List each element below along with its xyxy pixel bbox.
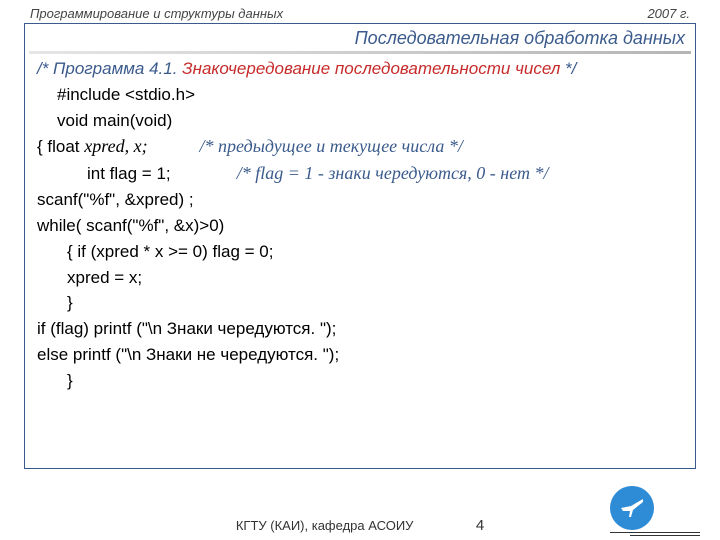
plane-icon	[610, 486, 654, 530]
decl-line-1: { float xpred, x; /* предыдущее и текуще…	[37, 135, 683, 158]
title-underline	[29, 51, 691, 54]
header-left: Программирование и структуры данных	[30, 6, 283, 21]
scanf-first: scanf("%f", &xpred) ;	[37, 189, 683, 211]
comment-prefix: /* Программа 4.1.	[37, 59, 182, 78]
footer-org: КГТУ (КАИ), кафедра АСОИУ	[236, 518, 436, 533]
while-close-brace: }	[37, 292, 683, 314]
header-right: 2007 г.	[647, 6, 690, 21]
comment-flag: /* flag = 1 - знаки чередуются, 0 - нет …	[237, 163, 549, 183]
main-signature: void main(void)	[37, 110, 683, 132]
slide-frame: Последовательная обработка данных /* Про…	[24, 23, 696, 469]
comment-suffix: */	[565, 59, 576, 78]
comment-topic: Знакочередование последовательности чисе…	[182, 59, 565, 78]
logo	[610, 486, 700, 536]
vars-xpred-x: xpred, x;	[84, 136, 147, 156]
page-number: 4	[476, 517, 484, 534]
slide-title: Последовательная обработка данных	[25, 24, 695, 51]
if-inside-while: { if (xpred * x >= 0) flag = 0;	[37, 241, 683, 263]
code-block: /* Программа 4.1. Знакочередование после…	[25, 58, 695, 391]
assign-xpred: xpred = x;	[37, 267, 683, 289]
page-header: Программирование и структуры данных 2007…	[0, 0, 720, 23]
if-flag-print: if (flag) printf ("\n Знаки чередуются. …	[37, 318, 683, 340]
logo-underline	[610, 532, 700, 533]
include-line: #include <stdio.h>	[37, 84, 683, 106]
logo-underline-2	[630, 535, 700, 536]
main-close-brace: }	[37, 370, 683, 392]
decl-line-2: int flag = 1; /* flag = 1 - знаки череду…	[37, 162, 683, 185]
flag-decl: int flag = 1;	[87, 164, 171, 183]
comment-prev-current: /* предыдущее и текущее числа */	[200, 136, 463, 156]
else-print: else printf ("\n Знаки не чередуются. ")…	[37, 344, 683, 366]
comment-program-header: /* Программа 4.1. Знакочередование после…	[37, 58, 683, 80]
while-line: while( scanf("%f", &x)>0)	[37, 215, 683, 237]
brace-float: { float	[37, 137, 84, 156]
